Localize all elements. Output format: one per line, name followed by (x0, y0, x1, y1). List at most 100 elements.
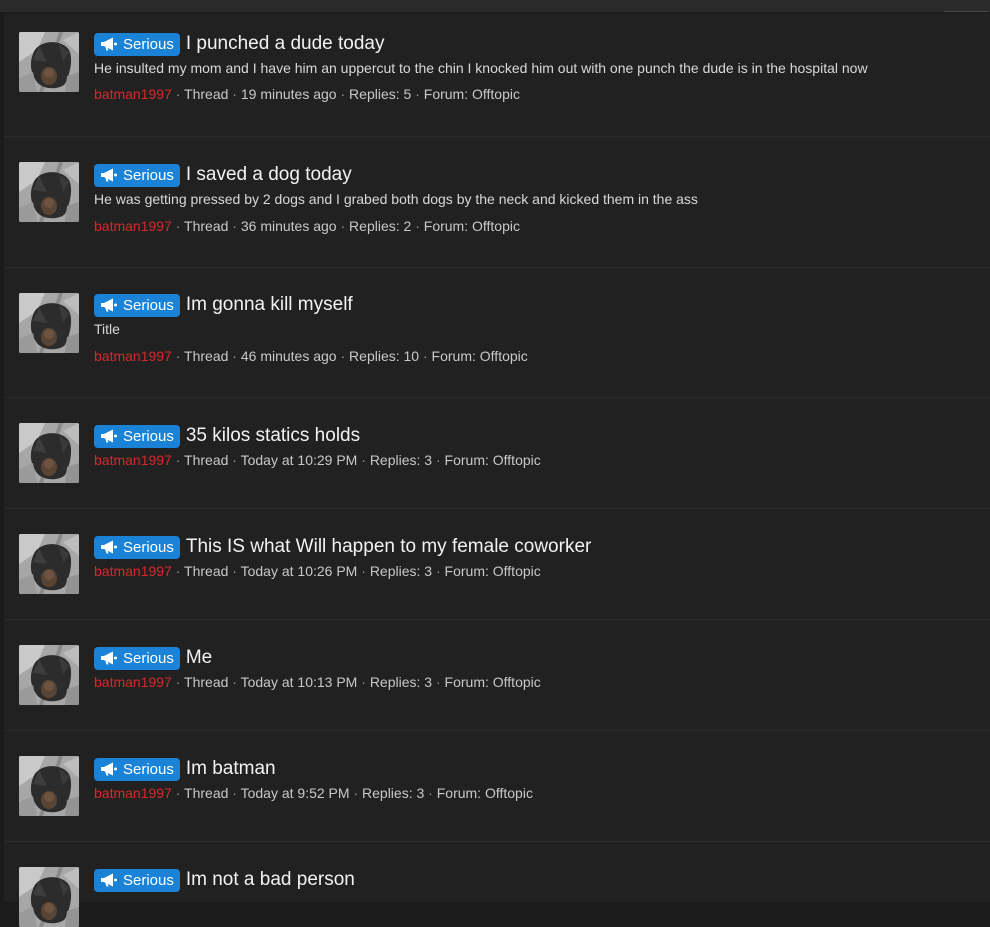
serious-prefix-badge[interactable]: Serious (94, 868, 180, 892)
author-link[interactable]: batman1997 (94, 785, 172, 801)
author-link[interactable]: batman1997 (94, 86, 172, 102)
post-time[interactable]: Today at 9:52 PM (241, 785, 350, 801)
badge-label: Serious (123, 166, 174, 184)
bat-avatar-image (19, 162, 79, 222)
badge-label: Serious (123, 871, 174, 889)
content-type: Thread (184, 674, 229, 690)
thread-snippet: He insulted my mom and I have him an upp… (94, 60, 868, 76)
thread-item: Serious I punched a dude today He insult… (4, 13, 990, 137)
avatar[interactable] (19, 423, 79, 483)
content-type: Thread (184, 785, 229, 801)
bat-avatar-image (19, 756, 79, 816)
forum-link[interactable]: Forum: Offtopic (445, 563, 541, 579)
thread-item: Serious Im gonna kill myself Title batma… (4, 268, 990, 398)
serious-prefix-badge[interactable]: Serious (94, 757, 180, 781)
bat-avatar-image (19, 534, 79, 594)
megaphone-icon (99, 297, 119, 313)
serious-prefix-badge[interactable]: Serious (94, 646, 180, 670)
top-bar-tab[interactable] (944, 11, 988, 12)
bat-avatar-image (19, 423, 79, 483)
author-link[interactable]: batman1997 (94, 218, 172, 234)
thread-meta: batman1997 · Thread · 19 minutes ago · R… (94, 86, 520, 102)
thread-item: Serious Im batman batman1997 · Thread · … (4, 731, 990, 842)
forum-link[interactable]: Forum: Offtopic (445, 674, 541, 690)
avatar[interactable] (19, 867, 79, 927)
bat-avatar-image (19, 293, 79, 353)
thread-title-link[interactable]: I punched a dude today (186, 33, 385, 55)
thread-title-link[interactable]: I saved a dog today (186, 164, 352, 186)
thread-title-link[interactable]: 35 kilos statics holds (186, 425, 360, 447)
thread-title-link[interactable]: Im not a bad person (186, 869, 355, 891)
content-type: Thread (184, 86, 229, 102)
thread-item: Serious I saved a dog today He was getti… (4, 137, 990, 268)
reply-count: Replies: 2 (349, 218, 412, 234)
thread-meta: batman1997 · Thread · Today at 10:13 PM … (94, 674, 541, 690)
megaphone-icon (99, 761, 119, 777)
thread-title-link[interactable]: Im batman (186, 758, 276, 780)
bat-avatar-image (19, 867, 79, 927)
badge-label: Serious (123, 649, 174, 667)
thread-title-link[interactable]: Me (186, 647, 212, 669)
badge-label: Serious (123, 35, 174, 53)
badge-label: Serious (123, 538, 174, 556)
thread-item: Serious 35 kilos statics holds batman199… (4, 398, 990, 509)
serious-prefix-badge[interactable]: Serious (94, 424, 180, 448)
author-link[interactable]: batman1997 (94, 452, 172, 468)
thread-snippet: He was getting pressed by 2 dogs and I g… (94, 191, 698, 207)
bat-avatar-image (19, 645, 79, 705)
reply-count: Replies: 3 (369, 452, 433, 468)
thread-title-link[interactable]: This IS what Will happen to my female co… (186, 536, 592, 558)
content-type: Thread (184, 452, 229, 468)
serious-prefix-badge[interactable]: Serious (94, 293, 180, 317)
badge-label: Serious (123, 427, 174, 445)
thread-meta: batman1997 · Thread · 36 minutes ago · R… (94, 218, 520, 234)
thread-item: Serious This IS what Will happen to my f… (4, 509, 990, 620)
avatar[interactable] (19, 645, 79, 705)
forum-link[interactable]: Forum: Offtopic (437, 785, 533, 801)
forum-link[interactable]: Forum: Offtopic (432, 348, 528, 364)
thread-meta: batman1997 · Thread · Today at 10:26 PM … (94, 563, 541, 579)
author-link[interactable]: batman1997 (94, 674, 172, 690)
megaphone-icon (99, 36, 119, 52)
badge-label: Serious (123, 296, 174, 314)
bat-avatar-image (19, 32, 79, 92)
author-link[interactable]: batman1997 (94, 348, 172, 364)
megaphone-icon (99, 167, 119, 183)
thread-item: Serious Me batman1997 · Thread · Today a… (4, 620, 990, 731)
post-time[interactable]: 46 minutes ago (241, 348, 337, 364)
post-time[interactable]: Today at 10:26 PM (241, 563, 358, 579)
avatar[interactable] (19, 756, 79, 816)
forum-link[interactable]: Forum: Offtopic (424, 86, 520, 102)
avatar[interactable] (19, 534, 79, 594)
search-results-list: Serious I punched a dude today He insult… (4, 13, 990, 927)
avatar[interactable] (19, 162, 79, 222)
serious-prefix-badge[interactable]: Serious (94, 535, 180, 559)
megaphone-icon (99, 539, 119, 555)
reply-count: Replies: 10 (349, 348, 420, 364)
forum-link[interactable]: Forum: Offtopic (424, 218, 520, 234)
megaphone-icon (99, 428, 119, 444)
avatar[interactable] (19, 293, 79, 353)
content-type: Thread (184, 563, 229, 579)
thread-item: Serious Im not a bad person (4, 842, 990, 927)
badge-label: Serious (123, 760, 174, 778)
post-time[interactable]: Today at 10:13 PM (241, 674, 358, 690)
thread-meta: batman1997 · Thread · Today at 9:52 PM ·… (94, 785, 533, 801)
reply-count: Replies: 3 (369, 563, 433, 579)
serious-prefix-badge[interactable]: Serious (94, 32, 180, 56)
avatar[interactable] (19, 32, 79, 92)
thread-meta: batman1997 · Thread · 46 minutes ago · R… (94, 348, 528, 364)
thread-meta: batman1997 · Thread · Today at 10:29 PM … (94, 452, 541, 468)
thread-snippet: Title (94, 321, 120, 337)
serious-prefix-badge[interactable]: Serious (94, 163, 180, 187)
megaphone-icon (99, 872, 119, 888)
author-link[interactable]: batman1997 (94, 563, 172, 579)
megaphone-icon (99, 650, 119, 666)
post-time[interactable]: 36 minutes ago (241, 218, 337, 234)
post-time[interactable]: Today at 10:29 PM (241, 452, 358, 468)
top-bar (0, 0, 990, 12)
forum-link[interactable]: Forum: Offtopic (445, 452, 541, 468)
thread-title-link[interactable]: Im gonna kill myself (186, 294, 353, 316)
post-time[interactable]: 19 minutes ago (241, 86, 337, 102)
reply-count: Replies: 5 (349, 86, 412, 102)
